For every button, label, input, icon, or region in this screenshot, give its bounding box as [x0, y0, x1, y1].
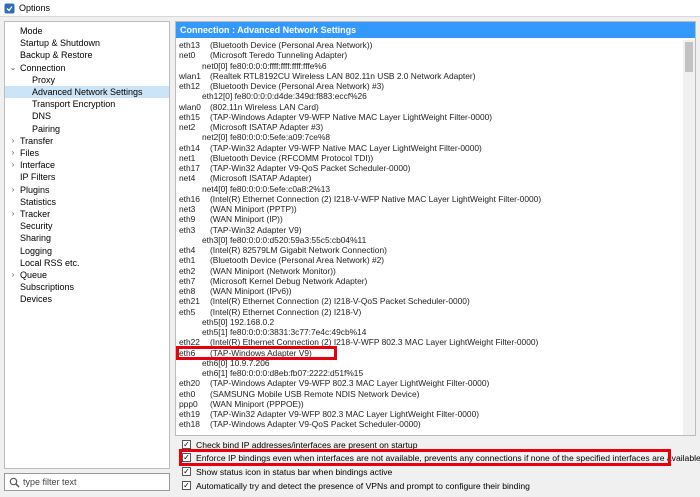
interface-description: (TAP-Windows Adapter V9-QoS Packet Sched… [210, 419, 421, 430]
sidebar-item[interactable]: › Interface [5, 159, 169, 171]
sidebar-item[interactable]: Backup & Restore [5, 49, 169, 61]
address-text: net4[0] fe80:0:0:0:5efe:c0a8:2%13 [202, 183, 331, 194]
sidebar-item-label: Mode [20, 26, 43, 36]
sidebar-item-label: Logging [20, 245, 53, 256]
sidebar-item[interactable]: Startup & Shutdown [5, 37, 169, 49]
checkbox-label: Enforce IP bindings even when interfaces… [196, 453, 700, 463]
scrollbar[interactable] [683, 40, 695, 435]
sidebar-item[interactable]: Advanced Network Settings [5, 86, 169, 98]
sidebar-item-label: Local RSS etc. [20, 257, 80, 268]
interface-name: eth12 [179, 81, 200, 91]
sidebar-item[interactable]: DNS [5, 110, 169, 122]
scrollbar-thumb[interactable] [685, 42, 693, 72]
sidebar-item-label: Interface [20, 160, 56, 171]
filter-input[interactable] [23, 476, 163, 488]
sidebar-item-label: Subscriptions [20, 282, 75, 293]
sidebar-item[interactable]: Local RSS etc. [5, 257, 169, 269]
sidebar-item-label: Backup & Restore [20, 50, 93, 61]
address-text: eth12[0] fe80:0:0:0:d4de:349d:f883:eccf%… [202, 91, 367, 102]
expander-icon[interactable]: › [9, 147, 17, 159]
sidebar-item[interactable]: Mode [5, 25, 169, 37]
expander-icon[interactable]: › [9, 269, 17, 281]
sidebar-item-label: Sharing [20, 233, 52, 244]
checkbox[interactable]: ✓ [182, 481, 191, 490]
interface-list: eth13 (Bluetooth Device (Personal Area Ne… [176, 40, 681, 435]
sidebar-item-label: Tracker [20, 209, 51, 219]
sidebar-item-label: Transfer [20, 135, 54, 146]
address-text: eth5[0] 192.168.0.2 [202, 316, 275, 327]
checkbox[interactable]: ✓ [182, 467, 191, 476]
interface-name: eth18 [179, 419, 200, 430]
sidebar-item-label: Transport Encryption [32, 99, 116, 110]
interface-name: eth6 [179, 347, 196, 358]
app-icon [4, 3, 15, 14]
interface-name: net2 [179, 122, 196, 132]
sidebar-item-label: Proxy [32, 74, 56, 85]
interface-name: eth3 [179, 224, 196, 235]
filter-box [4, 473, 170, 491]
address-text: eth5[1] fe80:0:0:0:3831:3c77:7e4c:49cb%1… [202, 327, 367, 337]
interface-name: net4 [179, 173, 196, 184]
sidebar-item-label: Startup & Shutdown [20, 38, 101, 49]
sidebar-item-label: Plugins [20, 184, 50, 195]
sidebar-item[interactable]: › Tracker [5, 208, 169, 220]
title-bar: Options [0, 0, 700, 17]
sidebar-item-label: Devices [20, 294, 53, 305]
options-tree[interactable]: Mode Startup & Shutdown Backup & Restore ⌄ C… [4, 21, 170, 469]
panel-title: Connection : Advanced Network Settings [176, 22, 695, 38]
sidebar-item[interactable]: › Transfer [5, 135, 169, 147]
sidebar-item-label: Queue [20, 270, 48, 280]
sidebar-item[interactable]: Security [5, 220, 169, 232]
address-text: eth6[1] fe80:0:0:0:d8eb:fb07:2222:d51f%1… [202, 368, 364, 378]
sidebar-item-label: IP Filters [20, 172, 56, 183]
magnifier-icon [9, 477, 20, 488]
interface-name: eth5 [179, 306, 196, 317]
expander-icon[interactable]: ⌄ [9, 62, 17, 74]
checkbox-label: Check bind IP addresses/interfaces are p… [196, 440, 418, 450]
sidebar-item[interactable]: ⌄ Connection [5, 62, 169, 74]
checkbox[interactable]: ✓ [182, 453, 191, 462]
address-text: net0[0] fe80:0:0:0:ffff:ffff:ffff:fffe%6 [202, 60, 327, 71]
sidebar-item[interactable]: › Files [5, 147, 169, 159]
sidebar-item[interactable]: Pairing [5, 123, 169, 135]
sidebar-item[interactable]: Logging [5, 245, 169, 257]
sidebar-item[interactable]: Subscriptions [5, 281, 169, 293]
sidebar-item[interactable]: Transport Encryption [5, 98, 169, 110]
sidebar-item[interactable]: Statistics [5, 196, 169, 208]
sidebar-item-label: Security [20, 221, 53, 232]
sidebar-item[interactable]: Proxy [5, 74, 169, 86]
expander-icon[interactable]: › [9, 159, 17, 171]
address-text: net2[0] fe80:0:0:0:5efe:a09:7ce%8 [202, 132, 331, 143]
sidebar-item-label: Pairing [32, 123, 61, 134]
sidebar-item-label: Files [20, 148, 40, 158]
settings-panel: Connection : Advanced Network Settings e… [175, 21, 696, 436]
sidebar-item-label: Statistics [20, 196, 57, 207]
sidebar-item-label: DNS [32, 111, 52, 122]
sidebar-item[interactable]: › Queue [5, 269, 169, 281]
sidebar-item[interactable]: Devices [5, 293, 169, 305]
sidebar-item-label: Connection [20, 62, 66, 73]
sidebar-item[interactable]: › Plugins [5, 184, 169, 196]
sidebar-item[interactable]: IP Filters [5, 171, 169, 183]
sidebar-item[interactable]: Sharing [5, 232, 169, 244]
checkbox[interactable]: ✓ [182, 440, 191, 449]
window-title: Options [19, 3, 51, 13]
checkbox-label: Show status icon in status bar when bind… [196, 467, 393, 477]
sidebar-item-label: Advanced Network Settings [32, 87, 143, 97]
expander-icon[interactable]: › [9, 135, 17, 147]
expander-icon[interactable]: › [9, 208, 17, 220]
expander-icon[interactable]: › [9, 184, 17, 196]
interface-name: net0 [179, 50, 196, 61]
address-text: eth3[0] fe80:0:0:0:d520:59a3:55c5:cb04%1… [202, 234, 367, 245]
checkbox-label: Automatically try and detect the presenc… [196, 481, 530, 491]
address-text: eth6[0] 10.9.7.206 [202, 357, 270, 368]
